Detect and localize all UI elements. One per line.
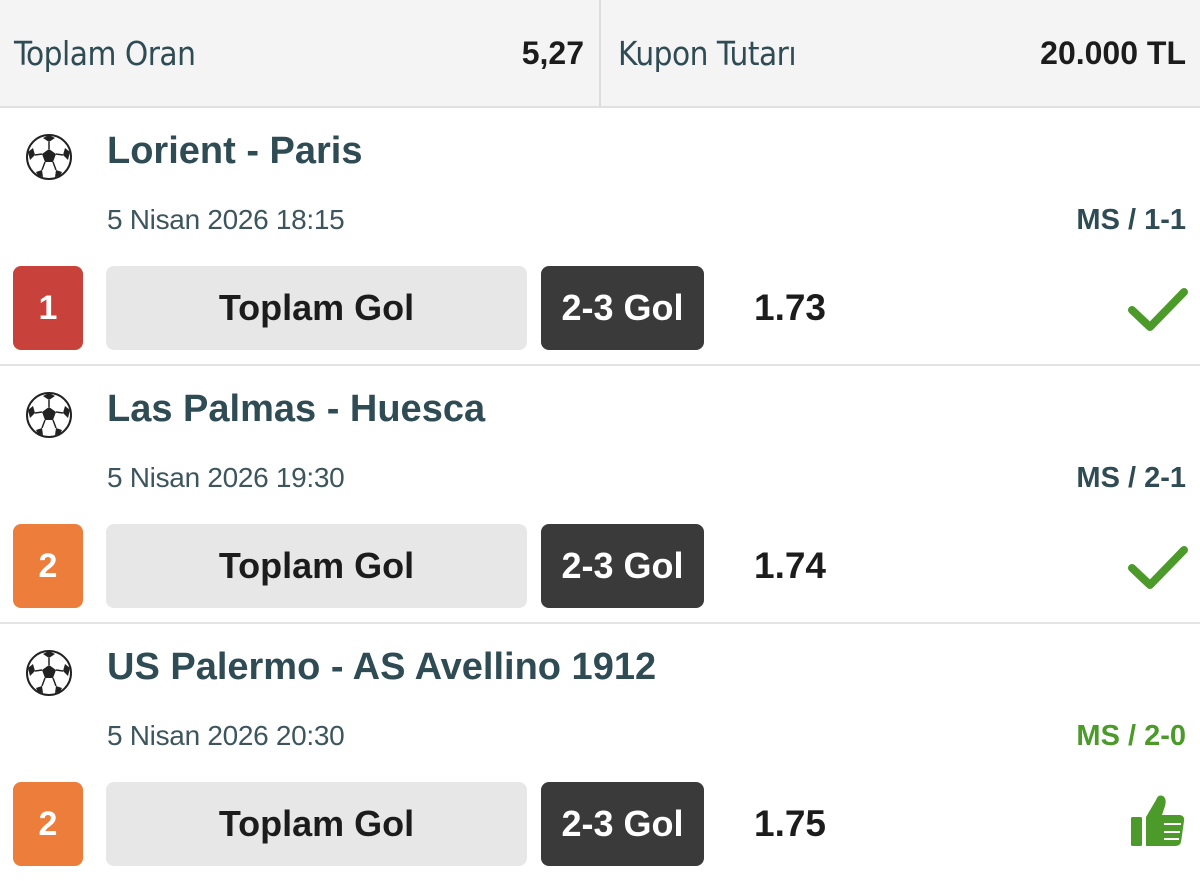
selection-index-badge: 2 <box>13 782 83 866</box>
selection-odd: 1.73 <box>754 287 827 328</box>
bet-event-row[interactable]: US Palermo - AS Avellino 1912 5 Nisan 20… <box>0 624 1200 881</box>
selection-pill: 2-3 Gol <box>541 266 704 350</box>
market-name: Toplam Gol <box>106 266 527 350</box>
total-odds-cell: Toplam Oran 5,27 <box>0 0 600 106</box>
match-datetime: 5 Nisan 2026 19:30 <box>107 462 345 493</box>
summary-divider <box>599 0 601 106</box>
match-result: MS / 2-1 <box>1076 462 1186 494</box>
selection-index-badge: 2 <box>13 524 83 608</box>
selection-pill: 2-3 Gol <box>541 782 704 866</box>
match-title[interactable]: Lorient - Paris <box>107 130 363 173</box>
selection-index-badge: 1 <box>13 266 83 350</box>
coupon-amount-value: 20.000 TL <box>1040 34 1186 71</box>
coupon-summary-bar: Toplam Oran 5,27 Kupon Tutarı 20.000 TL <box>0 0 1200 108</box>
thumbs-up-icon <box>1131 795 1185 846</box>
match-result: MS / 1-1 <box>1076 204 1186 236</box>
selection-odd: 1.74 <box>754 545 827 586</box>
total-odds-label: Toplam Oran <box>14 33 196 73</box>
soccer-ball-icon <box>26 650 72 696</box>
soccer-ball-icon <box>26 392 72 438</box>
market-name: Toplam Gol <box>106 782 527 866</box>
match-title[interactable]: Las Palmas - Huesca <box>107 388 485 431</box>
selection-odd: 1.75 <box>754 803 827 844</box>
match-result: MS / 2-0 <box>1076 720 1186 752</box>
match-datetime: 5 Nisan 2026 20:30 <box>107 720 345 751</box>
bet-event-row[interactable]: Lorient - Paris 5 Nisan 2026 18:15 MS / … <box>0 108 1200 366</box>
selection-pill: 2-3 Gol <box>541 524 704 608</box>
check-icon <box>1128 288 1188 331</box>
check-icon <box>1128 546 1188 589</box>
coupon-amount-cell: Kupon Tutarı 20.000 TL <box>602 0 1200 106</box>
coupon-amount-label: Kupon Tutarı <box>618 33 797 73</box>
market-name: Toplam Gol <box>106 524 527 608</box>
match-datetime: 5 Nisan 2026 18:15 <box>107 204 345 235</box>
bet-event-row[interactable]: Las Palmas - Huesca 5 Nisan 2026 19:30 M… <box>0 366 1200 624</box>
total-odds-value: 5,27 <box>521 34 584 71</box>
soccer-ball-icon <box>26 134 72 180</box>
match-title[interactable]: US Palermo - AS Avellino 1912 <box>107 646 656 689</box>
